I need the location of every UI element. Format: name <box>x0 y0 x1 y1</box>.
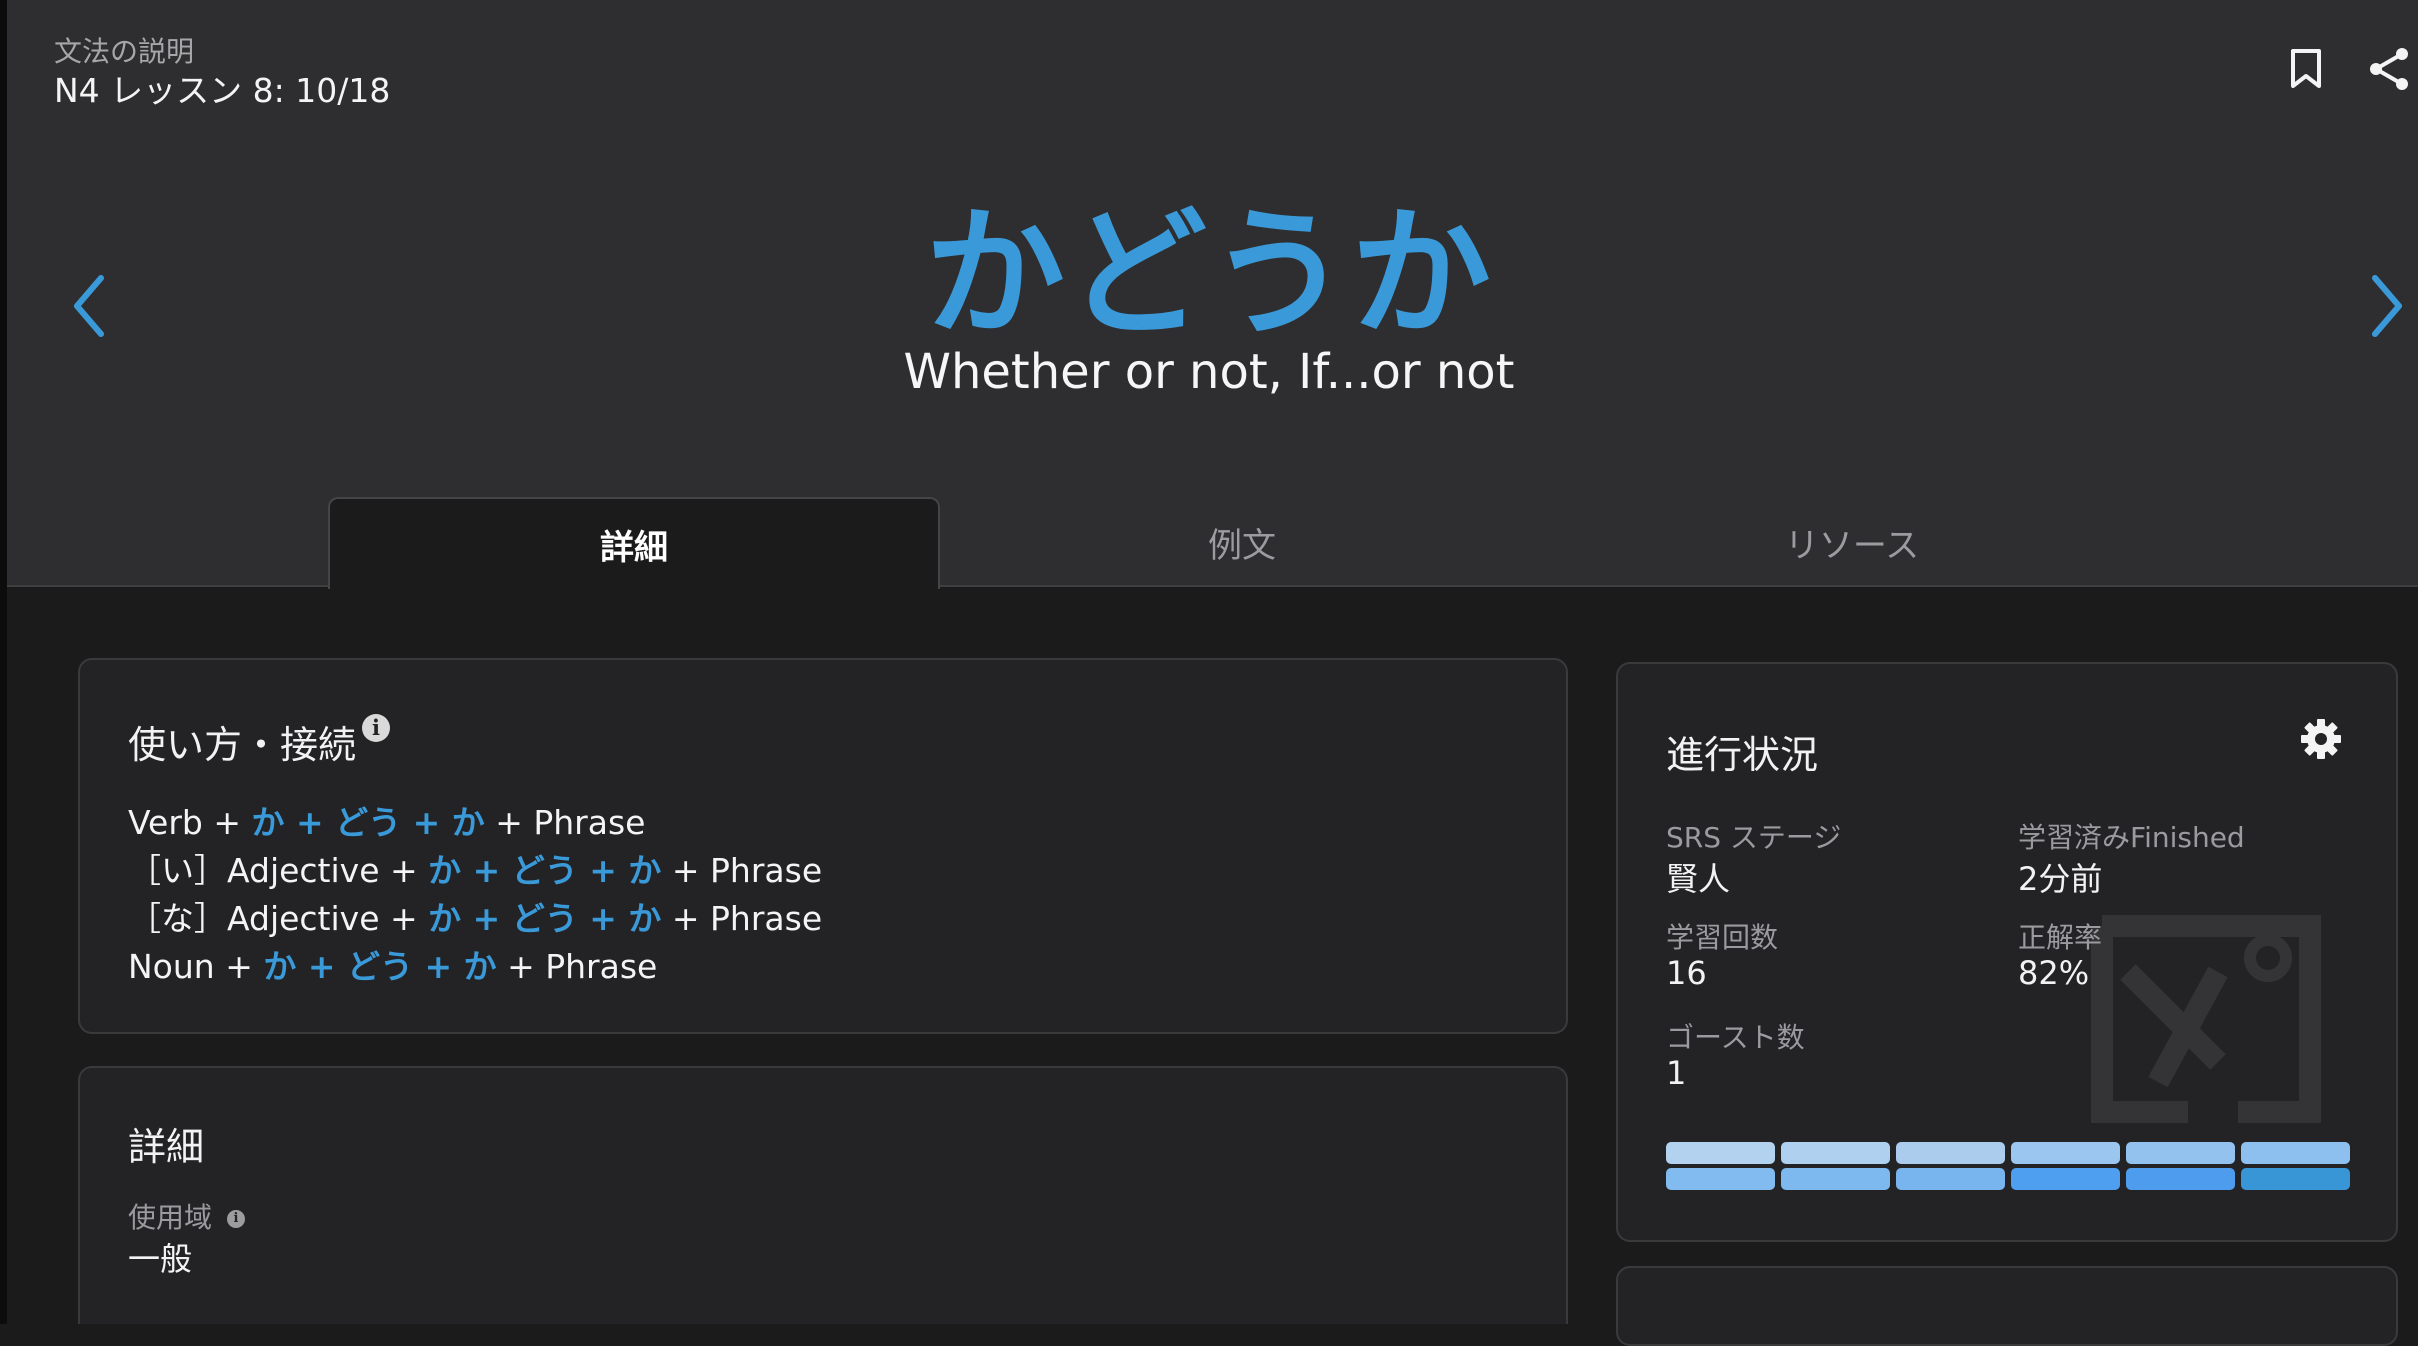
formula-pattern: か + どう + か <box>428 899 662 938</box>
formula-suffix: + Phrase <box>484 803 646 842</box>
grammar-meaning: Whether or not, If...or not <box>903 344 1515 400</box>
formula-row: Verb + か + どう + か + Phrase <box>128 796 645 844</box>
next-card <box>1616 1266 2398 1346</box>
studied-label: 学習済みFinished <box>2018 821 2245 854</box>
review-count-value: 16 <box>1666 954 1707 992</box>
srs-stage-bar <box>2011 1168 2120 1190</box>
info-icon[interactable]: i <box>362 714 391 742</box>
share-icon <box>2370 48 2408 90</box>
review-count-label: 学習回数 <box>1666 921 1779 954</box>
srs-stage-bar <box>1666 1142 1775 1164</box>
srs-stage-bar <box>2241 1142 2350 1164</box>
tab-details[interactable]: 詳細 <box>328 497 940 589</box>
formula-pattern: か + どう + か <box>251 803 485 842</box>
srs-stage-bars <box>1666 1142 2350 1194</box>
formula-suffix: + Phrase <box>496 947 658 986</box>
srs-stage-value: 賢人 <box>1666 860 1731 898</box>
tab-examples[interactable]: 例文 <box>938 498 1546 586</box>
share-button[interactable] <box>2360 40 2418 98</box>
accuracy-label: 正解率 <box>2018 921 2103 954</box>
srs-stage-bar <box>2126 1142 2235 1164</box>
bookmark-icon <box>2291 49 2321 88</box>
formula-prefix: Verb + <box>128 803 252 842</box>
formula-row: ［な］Adjective + か + どう + か + Phrase <box>128 892 822 940</box>
formula-pattern: か + どう + か <box>428 851 662 890</box>
studied-value: 2分前 <box>2018 860 2103 898</box>
details-title: 詳細 <box>128 1125 205 1169</box>
srs-stage-bar <box>1781 1168 1890 1190</box>
info-icon[interactable]: i <box>226 1210 245 1228</box>
ghost-count-label: ゴースト数 <box>1666 1021 1805 1054</box>
srs-stage-bar <box>1781 1142 1890 1164</box>
srs-bar-row <box>1666 1168 2350 1190</box>
formula-prefix: ［い］Adjective + <box>128 851 429 890</box>
srs-stage-bar <box>1666 1168 1775 1190</box>
ghost-count-value: 1 <box>1666 1054 1687 1092</box>
srs-stage-bar <box>1896 1142 2005 1164</box>
register-label: 使用域 i <box>128 1196 245 1236</box>
formula-suffix: + Phrase <box>661 851 823 890</box>
bookmark-button[interactable] <box>2280 40 2332 98</box>
bunpro-logo-watermark <box>2091 915 2321 1123</box>
grammar-title: かどうか <box>924 193 1493 356</box>
gear-icon <box>2301 719 2341 759</box>
formula-row: Noun + か + どう + か + Phrase <box>128 940 657 988</box>
srs-stage-bar <box>1896 1168 2005 1190</box>
usage-card: 使い方・接続 i Verb + か + どう + か + Phrase ［い］Ad… <box>78 658 1568 1034</box>
srs-stage-bar <box>2241 1168 2350 1190</box>
formula-suffix: + Phrase <box>661 899 823 938</box>
formula-prefix: Noun + <box>128 947 264 986</box>
register-label-text: 使用域 <box>128 1201 213 1234</box>
tab-resources[interactable]: リソース <box>1548 498 2156 586</box>
srs-stage-bar <box>2126 1168 2235 1190</box>
usage-title: 使い方・接続 i <box>128 714 391 769</box>
srs-stage-bar <box>2011 1142 2120 1164</box>
srs-stage-label: SRS ステージ <box>1666 821 1842 854</box>
progress-settings-button[interactable] <box>2298 716 2344 762</box>
progress-title: 進行状況 <box>1666 733 1819 777</box>
accuracy-value: 82% <box>2018 954 2090 992</box>
formula-row: ［い］Adjective + か + どう + か + Phrase <box>128 844 822 892</box>
breadcrumb-lesson: N4 レッスン 8: 10/18 <box>54 71 391 110</box>
srs-bar-row <box>1666 1142 2350 1164</box>
progress-card: 進行状況 SRS ステージ 賢人 学習済みFinished 2分前 学習回数 1… <box>1616 662 2398 1242</box>
usage-title-text: 使い方・接続 <box>128 723 357 767</box>
details-card: 詳細 使用域 i 一般 <box>78 1066 1568 1324</box>
register-value: 一般 <box>128 1240 193 1278</box>
formula-pattern: か + どう + か <box>263 947 497 986</box>
formula-prefix: ［な］Adjective + <box>128 899 429 938</box>
